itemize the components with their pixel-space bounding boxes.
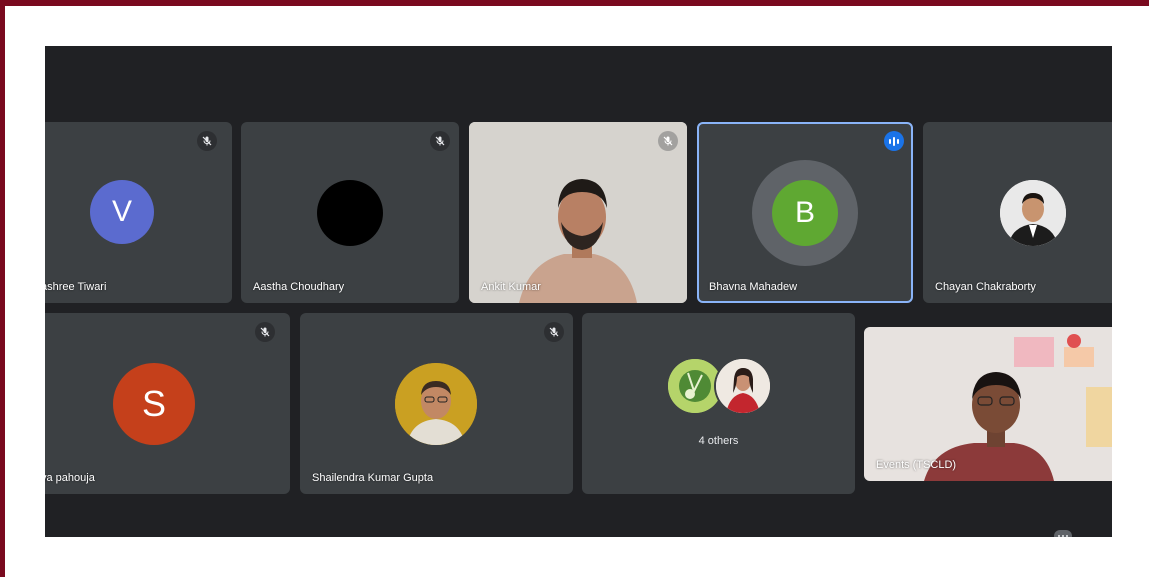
slide-frame-top: [0, 0, 1149, 6]
mic-off-icon: [658, 131, 678, 151]
others-tile[interactable]: 4 others: [582, 313, 855, 494]
participant-name: Chayan Chakraborty: [935, 281, 1036, 293]
participant-video: [469, 122, 687, 303]
avatar: [317, 180, 383, 246]
participant-name: Shailendra Kumar Gupta: [312, 472, 434, 484]
participant-video: [864, 327, 1112, 481]
participant-tile[interactable]: Shailendra Kumar Gupta: [300, 313, 573, 494]
participant-name: Ankit Kumar: [481, 281, 541, 293]
participant-name: ya pahouja: [45, 472, 95, 484]
participant-name: Aastha Choudhary: [253, 281, 345, 293]
mic-off-icon: [544, 322, 564, 342]
participant-tile[interactable]: Ankit Kumar: [469, 122, 687, 303]
audio-levels-icon: [884, 131, 904, 151]
avatar: V: [90, 180, 154, 244]
mic-off-icon: [430, 131, 450, 151]
avatar: [1000, 180, 1066, 246]
participant-tile[interactable]: B Bhavna Mahadew: [697, 122, 913, 303]
video-call-grid: V ashree Tiwari Aastha Choudhary Ankit K…: [45, 46, 1112, 537]
avatar: B: [772, 180, 838, 246]
participant-tile[interactable]: Events (TSCLD): [864, 327, 1112, 481]
avatar-initial: S: [141, 383, 166, 424]
participant-tile[interactable]: V ashree Tiwari: [45, 122, 232, 303]
others-count-label: 4 others: [698, 435, 739, 447]
participant-tile[interactable]: S ya pahouja: [45, 313, 290, 494]
avatar: [395, 363, 477, 445]
avatar: [716, 359, 770, 413]
more-options-icon[interactable]: [1054, 530, 1072, 537]
mic-off-icon: [255, 322, 275, 342]
mic-off-icon: [197, 131, 217, 151]
avatar: S: [113, 363, 195, 445]
slide-frame-left: [0, 0, 5, 577]
participant-tile[interactable]: Aastha Choudhary: [241, 122, 459, 303]
avatar-initial: B: [794, 196, 815, 229]
avatar-initial: V: [111, 195, 132, 228]
avatar: [668, 359, 722, 413]
participant-name: Events (TSCLD): [876, 459, 957, 471]
participant-name: Bhavna Mahadew: [709, 281, 798, 293]
participant-name: ashree Tiwari: [45, 281, 107, 293]
participant-tile[interactable]: Chayan Chakraborty: [923, 122, 1112, 303]
